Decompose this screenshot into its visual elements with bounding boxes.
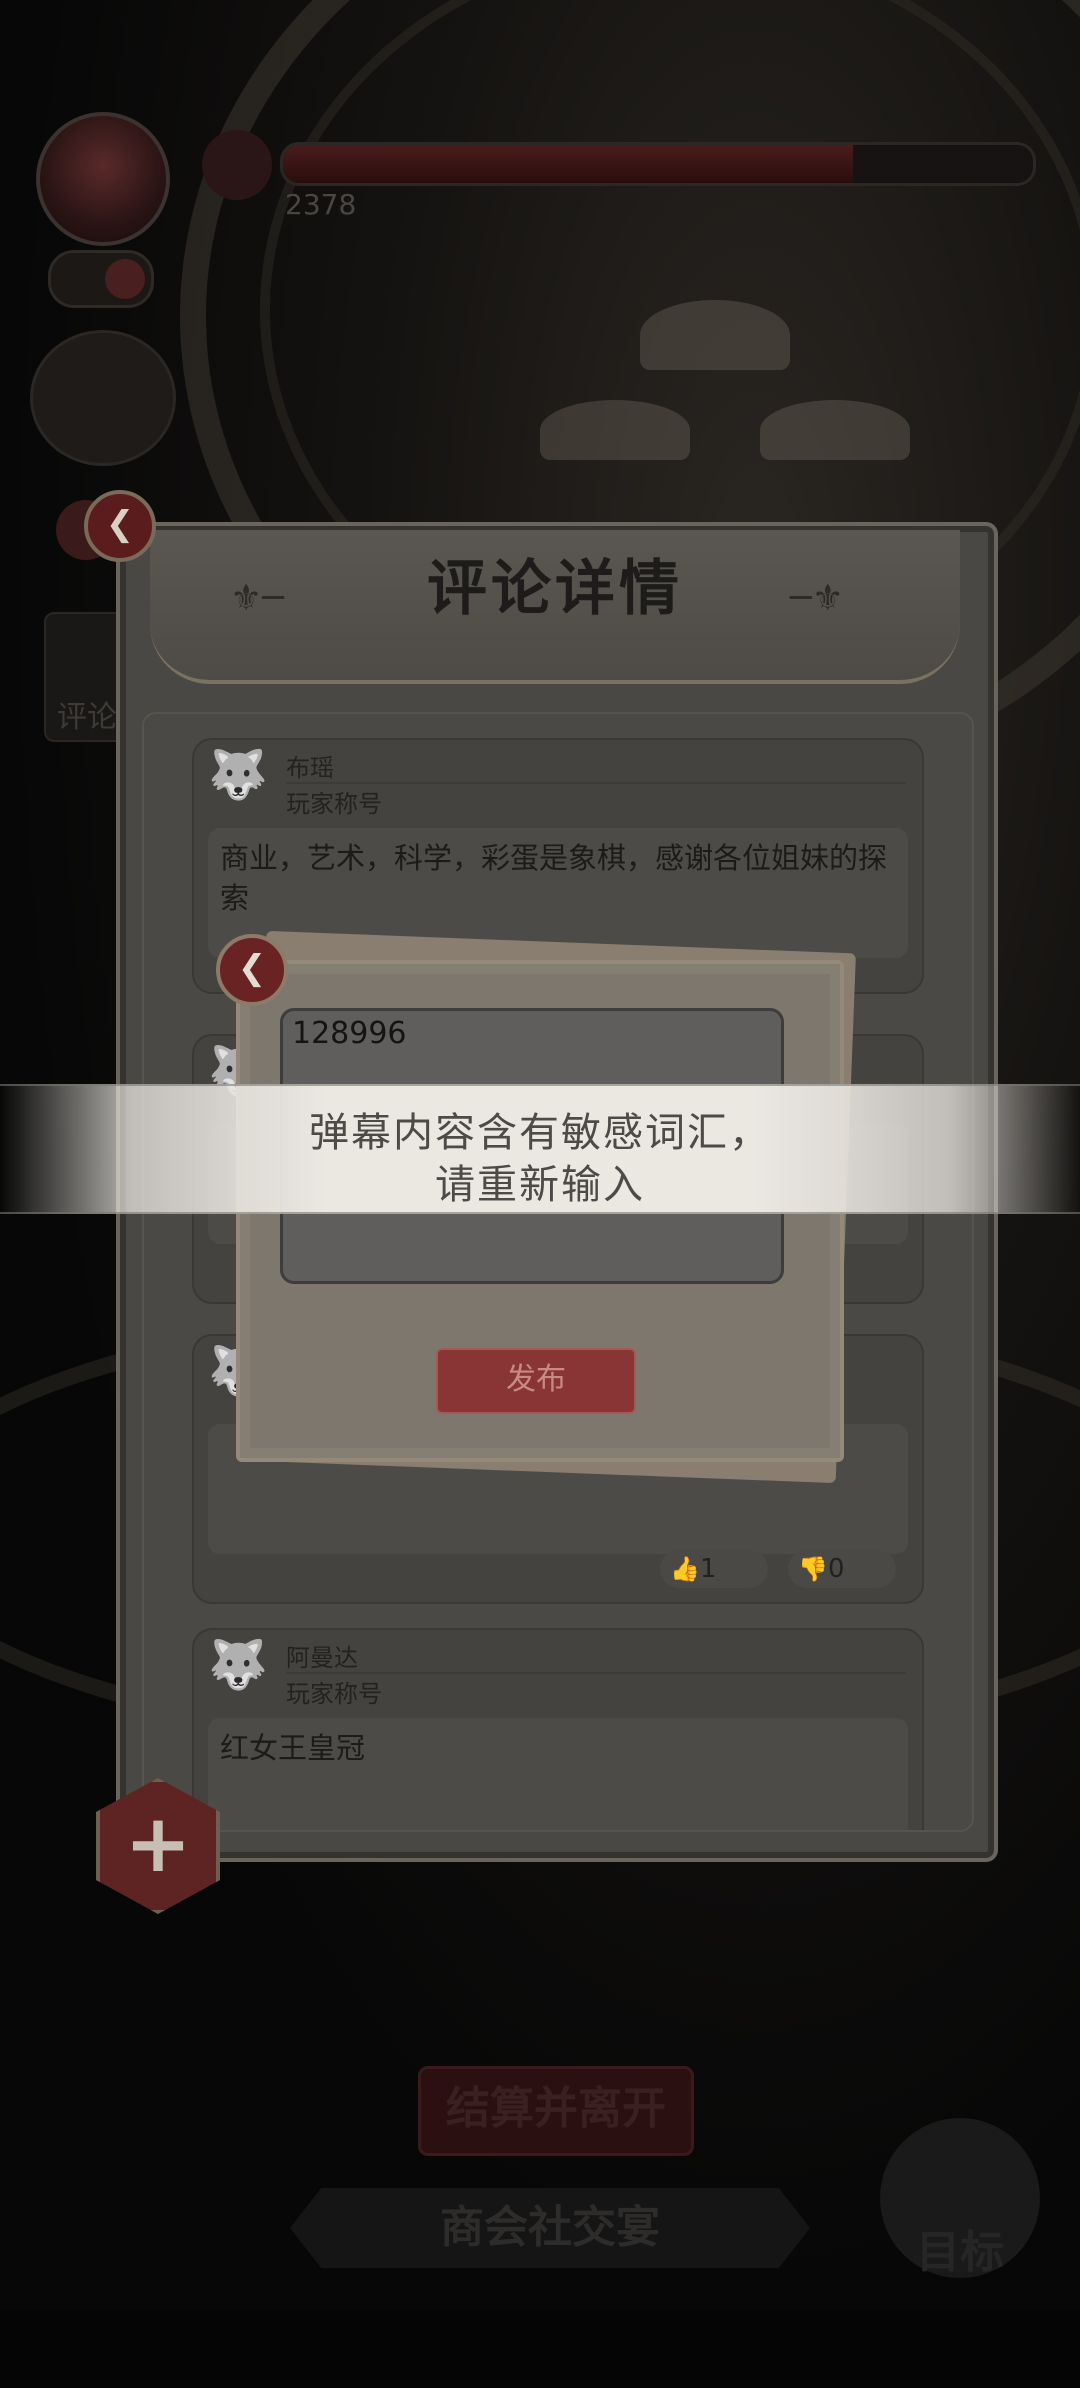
heart-icon [202, 130, 272, 200]
player-title: 玩家称号 [286, 1680, 382, 1708]
chandelier-shade [640, 300, 790, 370]
gift-box-button[interactable] [30, 330, 176, 466]
chandelier-shade [540, 400, 690, 460]
back-arrow-icon[interactable]: ❮ [84, 490, 156, 562]
comment-author: 阿曼达 [286, 1644, 358, 1672]
sensitive-word-toast: 弹幕内容含有敏感词汇， 请重新输入 [0, 1084, 1080, 1214]
chandelier-shade [760, 400, 910, 460]
thumbs-up-icon: 👍 [670, 1555, 700, 1583]
toast-line-1: 弹幕内容含有敏感词汇， [309, 1110, 771, 1156]
comment-author: 布瑶 [286, 754, 334, 782]
progress-value: 2378 [285, 188, 357, 221]
progress-bar [280, 142, 1036, 186]
comment-input-value: 128996 [292, 1016, 407, 1051]
wolf-avatar-icon: 🐺 [208, 747, 268, 803]
toast-line-2: 请重新输入 [435, 1162, 645, 1208]
player-title: 玩家称号 [286, 790, 382, 818]
goal-button[interactable]: 目标 [880, 2118, 1040, 2278]
wolf-avatar-icon: 🐺 [208, 1637, 268, 1693]
comment-text: 红女王皇冠 [208, 1718, 908, 1830]
thumbs-down-icon: 👎 [798, 1555, 828, 1583]
dislike-button[interactable]: 👎 0 [788, 1550, 896, 1588]
dislike-count: 0 [828, 1554, 845, 1584]
comment-card: 🐺 阿曼达 玩家称号 红女王皇冠 [192, 1628, 924, 1830]
settle-and-leave-button[interactable]: 结算并离开 [418, 2066, 694, 2156]
like-button[interactable]: 👍 1 [660, 1550, 768, 1588]
close-icon[interactable]: ❮ [216, 934, 288, 1006]
like-count: 1 [700, 1554, 717, 1584]
panel-title: 评论详情 [427, 554, 683, 624]
player-avatar[interactable] [36, 112, 170, 246]
publish-button[interactable]: 发布 [436, 1348, 636, 1414]
event-banner: 商会社交宴 [290, 2188, 810, 2268]
mode-toggle[interactable] [48, 250, 154, 308]
progress-bar-fill [283, 145, 853, 183]
